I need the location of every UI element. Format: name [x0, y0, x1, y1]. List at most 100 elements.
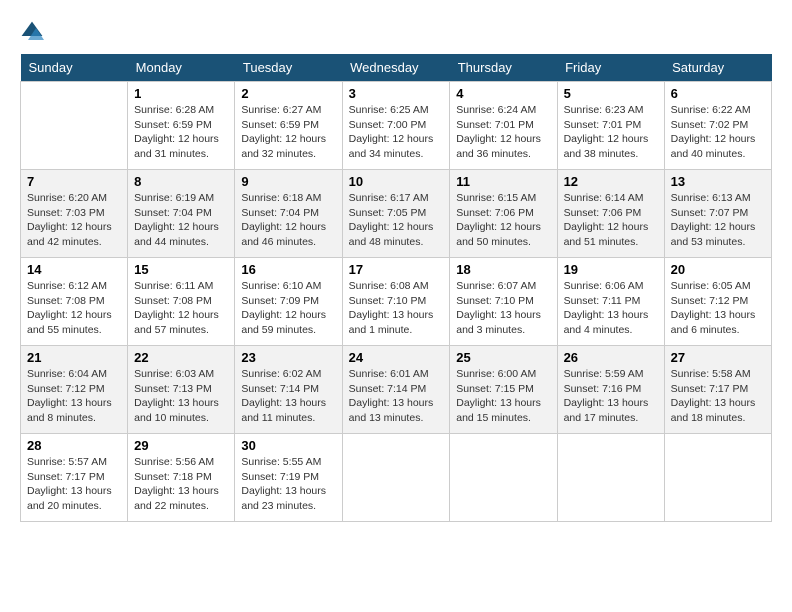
calendar-table: SundayMondayTuesdayWednesdayThursdayFrid…: [20, 54, 772, 522]
calendar-cell: 4Sunrise: 6:24 AMSunset: 7:01 PMDaylight…: [450, 82, 557, 170]
calendar-week-row: 1 Sunrise: 6:28 AMSunset: 6:59 PMDaylight…: [21, 82, 772, 170]
day-number: 10: [349, 174, 444, 189]
day-number: 5: [564, 86, 658, 101]
calendar-cell: 1 Sunrise: 6:28 AMSunset: 6:59 PMDaylight…: [128, 82, 235, 170]
day-info: Sunrise: 5:55 AMSunset: 7:19 PMDaylight:…: [241, 455, 335, 514]
day-info: Sunrise: 6:25 AMSunset: 7:00 PMDaylight:…: [349, 103, 444, 162]
header-saturday: Saturday: [664, 54, 771, 82]
header-monday: Monday: [128, 54, 235, 82]
day-number: 2: [241, 86, 335, 101]
logo: [20, 20, 52, 44]
day-number: 12: [564, 174, 658, 189]
day-info: Sunrise: 6:01 AMSunset: 7:14 PMDaylight:…: [349, 367, 444, 426]
calendar-header-row: SundayMondayTuesdayWednesdayThursdayFrid…: [21, 54, 772, 82]
day-number: 8: [134, 174, 228, 189]
day-info: Sunrise: 6:18 AMSunset: 7:04 PMDaylight:…: [241, 191, 335, 250]
day-number: 22: [134, 350, 228, 365]
day-number: 20: [671, 262, 765, 277]
day-info: Sunrise: 6:04 AMSunset: 7:12 PMDaylight:…: [27, 367, 121, 426]
calendar-cell: 6 Sunrise: 6:22 AMSunset: 7:02 PMDaylight…: [664, 82, 771, 170]
day-info: Sunrise: 6:12 AMSunset: 7:08 PMDaylight:…: [27, 279, 121, 338]
calendar-cell: 24 Sunrise: 6:01 AMSunset: 7:14 PMDayligh…: [342, 346, 450, 434]
day-info: Sunrise: 6:00 AMSunset: 7:15 PMDaylight:…: [456, 367, 550, 426]
header-friday: Friday: [557, 54, 664, 82]
day-number: 1: [134, 86, 228, 101]
day-number: 19: [564, 262, 658, 277]
day-number: 14: [27, 262, 121, 277]
day-number: 27: [671, 350, 765, 365]
day-info: Sunrise: 5:57 AMSunset: 7:17 PMDaylight:…: [27, 455, 121, 514]
day-info: Sunrise: 6:14 AMSunset: 7:06 PMDaylight:…: [564, 191, 658, 250]
header-thursday: Thursday: [450, 54, 557, 82]
calendar-week-row: 14 Sunrise: 6:12 AMSunset: 7:08 PMDayligh…: [21, 258, 772, 346]
calendar-cell: 26Sunrise: 5:59 AMSunset: 7:16 PMDayligh…: [557, 346, 664, 434]
calendar-cell: [664, 434, 771, 522]
day-number: 24: [349, 350, 444, 365]
calendar-cell: 29 Sunrise: 5:56 AMSunset: 7:18 PMDayligh…: [128, 434, 235, 522]
day-number: 9: [241, 174, 335, 189]
day-info: Sunrise: 6:15 AMSunset: 7:06 PMDaylight:…: [456, 191, 550, 250]
calendar-cell: 25Sunrise: 6:00 AMSunset: 7:15 PMDayligh…: [450, 346, 557, 434]
calendar-cell: 30 Sunrise: 5:55 AMSunset: 7:19 PMDayligh…: [235, 434, 342, 522]
day-info: Sunrise: 5:58 AMSunset: 7:17 PMDaylight:…: [671, 367, 765, 426]
calendar-cell: 13 Sunrise: 6:13 AMSunset: 7:07 PMDayligh…: [664, 170, 771, 258]
calendar-cell: 20 Sunrise: 6:05 AMSunset: 7:12 PMDayligh…: [664, 258, 771, 346]
calendar-cell: 27 Sunrise: 5:58 AMSunset: 7:17 PMDayligh…: [664, 346, 771, 434]
day-number: 4: [456, 86, 550, 101]
day-number: 18: [456, 262, 550, 277]
calendar-cell: 7 Sunrise: 6:20 AMSunset: 7:03 PMDaylight…: [21, 170, 128, 258]
calendar-cell: 2 Sunrise: 6:27 AMSunset: 6:59 PMDaylight…: [235, 82, 342, 170]
day-number: 21: [27, 350, 121, 365]
day-number: 29: [134, 438, 228, 453]
day-info: Sunrise: 6:23 AMSunset: 7:01 PMDaylight:…: [564, 103, 658, 162]
header-wednesday: Wednesday: [342, 54, 450, 82]
calendar-cell: 12 Sunrise: 6:14 AMSunset: 7:06 PMDayligh…: [557, 170, 664, 258]
calendar-cell: 17 Sunrise: 6:08 AMSunset: 7:10 PMDayligh…: [342, 258, 450, 346]
calendar-cell: 19 Sunrise: 6:06 AMSunset: 7:11 PMDayligh…: [557, 258, 664, 346]
day-number: 17: [349, 262, 444, 277]
calendar-week-row: 28Sunrise: 5:57 AMSunset: 7:17 PMDayligh…: [21, 434, 772, 522]
day-info: Sunrise: 5:59 AMSunset: 7:16 PMDaylight:…: [564, 367, 658, 426]
calendar-cell: 9 Sunrise: 6:18 AMSunset: 7:04 PMDaylight…: [235, 170, 342, 258]
day-info: Sunrise: 5:56 AMSunset: 7:18 PMDaylight:…: [134, 455, 228, 514]
header-sunday: Sunday: [21, 54, 128, 82]
day-info: Sunrise: 6:28 AMSunset: 6:59 PMDaylight:…: [134, 103, 228, 162]
day-info: Sunrise: 6:05 AMSunset: 7:12 PMDaylight:…: [671, 279, 765, 338]
day-info: Sunrise: 6:20 AMSunset: 7:03 PMDaylight:…: [27, 191, 121, 250]
calendar-cell: 8Sunrise: 6:19 AMSunset: 7:04 PMDaylight…: [128, 170, 235, 258]
day-info: Sunrise: 6:13 AMSunset: 7:07 PMDaylight:…: [671, 191, 765, 250]
calendar-cell: 3Sunrise: 6:25 AMSunset: 7:00 PMDaylight…: [342, 82, 450, 170]
calendar-week-row: 21 Sunrise: 6:04 AMSunset: 7:12 PMDayligh…: [21, 346, 772, 434]
calendar-cell: 5 Sunrise: 6:23 AMSunset: 7:01 PMDaylight…: [557, 82, 664, 170]
calendar-cell: 14 Sunrise: 6:12 AMSunset: 7:08 PMDayligh…: [21, 258, 128, 346]
calendar-cell: [342, 434, 450, 522]
calendar-cell: [21, 82, 128, 170]
day-number: 15: [134, 262, 228, 277]
day-info: Sunrise: 6:27 AMSunset: 6:59 PMDaylight:…: [241, 103, 335, 162]
day-number: 16: [241, 262, 335, 277]
calendar-cell: 22Sunrise: 6:03 AMSunset: 7:13 PMDayligh…: [128, 346, 235, 434]
logo-icon: [20, 20, 44, 44]
calendar-cell: 11 Sunrise: 6:15 AMSunset: 7:06 PMDayligh…: [450, 170, 557, 258]
day-info: Sunrise: 6:22 AMSunset: 7:02 PMDaylight:…: [671, 103, 765, 162]
day-info: Sunrise: 6:02 AMSunset: 7:14 PMDaylight:…: [241, 367, 335, 426]
calendar-cell: [450, 434, 557, 522]
calendar-cell: 28Sunrise: 5:57 AMSunset: 7:17 PMDayligh…: [21, 434, 128, 522]
calendar-cell: 23 Sunrise: 6:02 AMSunset: 7:14 PMDayligh…: [235, 346, 342, 434]
day-number: 6: [671, 86, 765, 101]
day-info: Sunrise: 6:06 AMSunset: 7:11 PMDaylight:…: [564, 279, 658, 338]
day-number: 7: [27, 174, 121, 189]
day-number: 30: [241, 438, 335, 453]
day-info: Sunrise: 6:17 AMSunset: 7:05 PMDaylight:…: [349, 191, 444, 250]
calendar-cell: 15 Sunrise: 6:11 AMSunset: 7:08 PMDayligh…: [128, 258, 235, 346]
day-number: 23: [241, 350, 335, 365]
day-info: Sunrise: 6:08 AMSunset: 7:10 PMDaylight:…: [349, 279, 444, 338]
calendar-week-row: 7 Sunrise: 6:20 AMSunset: 7:03 PMDaylight…: [21, 170, 772, 258]
calendar-cell: 10 Sunrise: 6:17 AMSunset: 7:05 PMDayligh…: [342, 170, 450, 258]
day-number: 13: [671, 174, 765, 189]
day-number: 11: [456, 174, 550, 189]
day-info: Sunrise: 6:07 AMSunset: 7:10 PMDaylight:…: [456, 279, 550, 338]
calendar-cell: 18 Sunrise: 6:07 AMSunset: 7:10 PMDayligh…: [450, 258, 557, 346]
calendar-cell: 16Sunrise: 6:10 AMSunset: 7:09 PMDayligh…: [235, 258, 342, 346]
day-info: Sunrise: 6:11 AMSunset: 7:08 PMDaylight:…: [134, 279, 228, 338]
